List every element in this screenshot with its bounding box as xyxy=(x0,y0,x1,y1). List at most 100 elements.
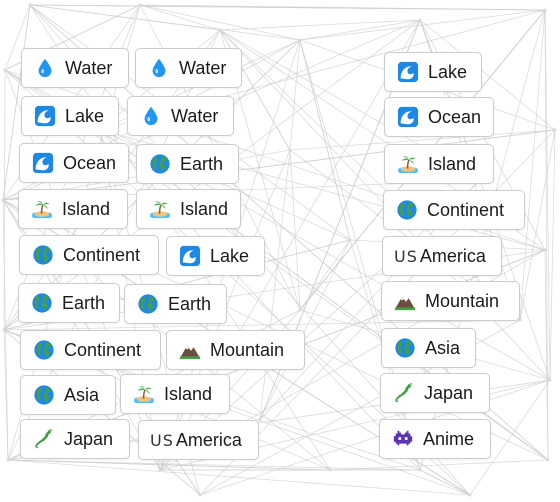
element-chip-mountain[interactable]: Mountain xyxy=(166,330,305,370)
element-label: Lake xyxy=(428,62,468,82)
network-node xyxy=(28,3,32,7)
element-chip-island[interactable]: Island xyxy=(136,189,241,229)
droplet-icon xyxy=(33,56,57,80)
network-line xyxy=(299,39,351,241)
element-label: Island xyxy=(164,384,213,404)
element-chip-mountain[interactable]: Mountain xyxy=(381,281,520,321)
network-node xyxy=(1,198,5,202)
element-chip-earth[interactable]: Earth xyxy=(18,283,120,323)
mountain-icon xyxy=(178,338,202,362)
globe-icon xyxy=(32,383,56,407)
network-node xyxy=(198,493,202,497)
us-flag-icon: US xyxy=(150,430,174,450)
globe-icon xyxy=(136,292,160,316)
element-label: Ocean xyxy=(63,153,117,173)
element-label: Mountain xyxy=(210,340,285,360)
element-chip-earth[interactable]: Earth xyxy=(136,144,239,184)
network-node xyxy=(258,418,262,422)
element-chip-ocean[interactable]: Ocean xyxy=(19,143,129,183)
network-node xyxy=(6,458,10,462)
element-chip-water[interactable]: Water xyxy=(21,48,129,88)
crafting-canvas[interactable]: Water Water Lake Water Ocean Earth Islan… xyxy=(0,0,560,502)
element-label: Lake xyxy=(65,106,105,126)
droplet-icon xyxy=(147,56,171,80)
network-node xyxy=(548,378,552,382)
globe-icon xyxy=(30,291,54,315)
network-node xyxy=(543,248,547,252)
element-label: Anime xyxy=(423,429,475,449)
alien-monster-icon xyxy=(391,427,415,451)
island-icon xyxy=(132,382,156,406)
element-label: Ocean xyxy=(428,107,482,127)
element-label: Earth xyxy=(168,294,212,314)
element-chip-asia[interactable]: Asia xyxy=(381,328,476,368)
element-chip-water[interactable]: Water xyxy=(127,96,234,136)
japan-map-icon xyxy=(32,427,56,451)
element-label: Continent xyxy=(427,200,505,220)
element-label: Mountain xyxy=(425,291,500,311)
element-chip-continent[interactable]: Continent xyxy=(383,190,525,230)
element-chip-earth[interactable]: Earth xyxy=(124,284,227,324)
element-chip-japan[interactable]: Japan xyxy=(380,373,490,413)
network-node xyxy=(546,458,550,462)
wave-icon xyxy=(396,105,420,129)
element-chip-lake[interactable]: Lake xyxy=(21,96,119,136)
element-label: Asia xyxy=(64,385,100,405)
element-chip-asia[interactable]: Asia xyxy=(20,375,116,415)
element-chip-lake[interactable]: Lake xyxy=(384,52,482,92)
network-node xyxy=(3,68,7,72)
network-line xyxy=(519,129,556,321)
network-node xyxy=(418,468,422,472)
wave-icon xyxy=(31,151,55,175)
network-line xyxy=(544,9,549,461)
us-flag-icon: US xyxy=(394,246,418,266)
island-icon xyxy=(148,197,172,221)
globe-icon xyxy=(395,198,419,222)
element-label: Water xyxy=(179,58,227,78)
element-label: America xyxy=(419,246,486,266)
element-label: Island xyxy=(62,199,111,219)
element-chip-america[interactable]: US America xyxy=(138,420,259,460)
network-node xyxy=(468,493,472,497)
japan-map-icon xyxy=(392,381,416,405)
element-label: Lake xyxy=(210,246,250,266)
element-label: Earth xyxy=(62,293,106,313)
network-line xyxy=(139,4,221,31)
element-chip-continent[interactable]: Continent xyxy=(19,235,159,275)
element-chip-anime[interactable]: Anime xyxy=(379,419,491,459)
network-node xyxy=(288,148,292,152)
element-label: Island xyxy=(428,154,477,174)
element-label: Japan xyxy=(424,383,474,403)
element-label: Continent xyxy=(64,340,142,360)
island-icon xyxy=(396,152,420,176)
element-chip-america[interactable]: US America xyxy=(382,236,502,276)
element-chip-lake[interactable]: Lake xyxy=(166,236,265,276)
network-node xyxy=(218,28,222,32)
network-line xyxy=(29,4,546,11)
network-node xyxy=(298,308,302,312)
element-chip-island[interactable]: Island xyxy=(18,189,128,229)
element-label: Asia xyxy=(425,338,461,358)
globe-icon xyxy=(31,243,55,267)
globe-icon xyxy=(393,336,417,360)
element-chip-water[interactable]: Water xyxy=(135,48,242,88)
wave-icon xyxy=(33,104,57,128)
globe-icon xyxy=(32,338,56,362)
element-chip-island[interactable]: Island xyxy=(384,144,494,184)
network-node xyxy=(553,128,557,132)
wave-icon xyxy=(178,244,202,268)
network-node xyxy=(158,468,162,472)
network-node xyxy=(418,18,422,22)
network-line xyxy=(549,129,556,381)
element-chip-continent[interactable]: Continent xyxy=(20,330,161,370)
element-chip-island[interactable]: Island xyxy=(120,374,230,414)
element-chip-ocean[interactable]: Ocean xyxy=(384,97,494,137)
element-chip-japan[interactable]: Japan xyxy=(20,419,130,459)
element-label: Continent xyxy=(63,245,141,265)
network-line xyxy=(259,149,291,421)
network-node xyxy=(328,468,332,472)
network-node xyxy=(298,38,302,42)
globe-icon xyxy=(148,152,172,176)
element-label: Island xyxy=(180,199,229,219)
network-line xyxy=(419,469,471,496)
